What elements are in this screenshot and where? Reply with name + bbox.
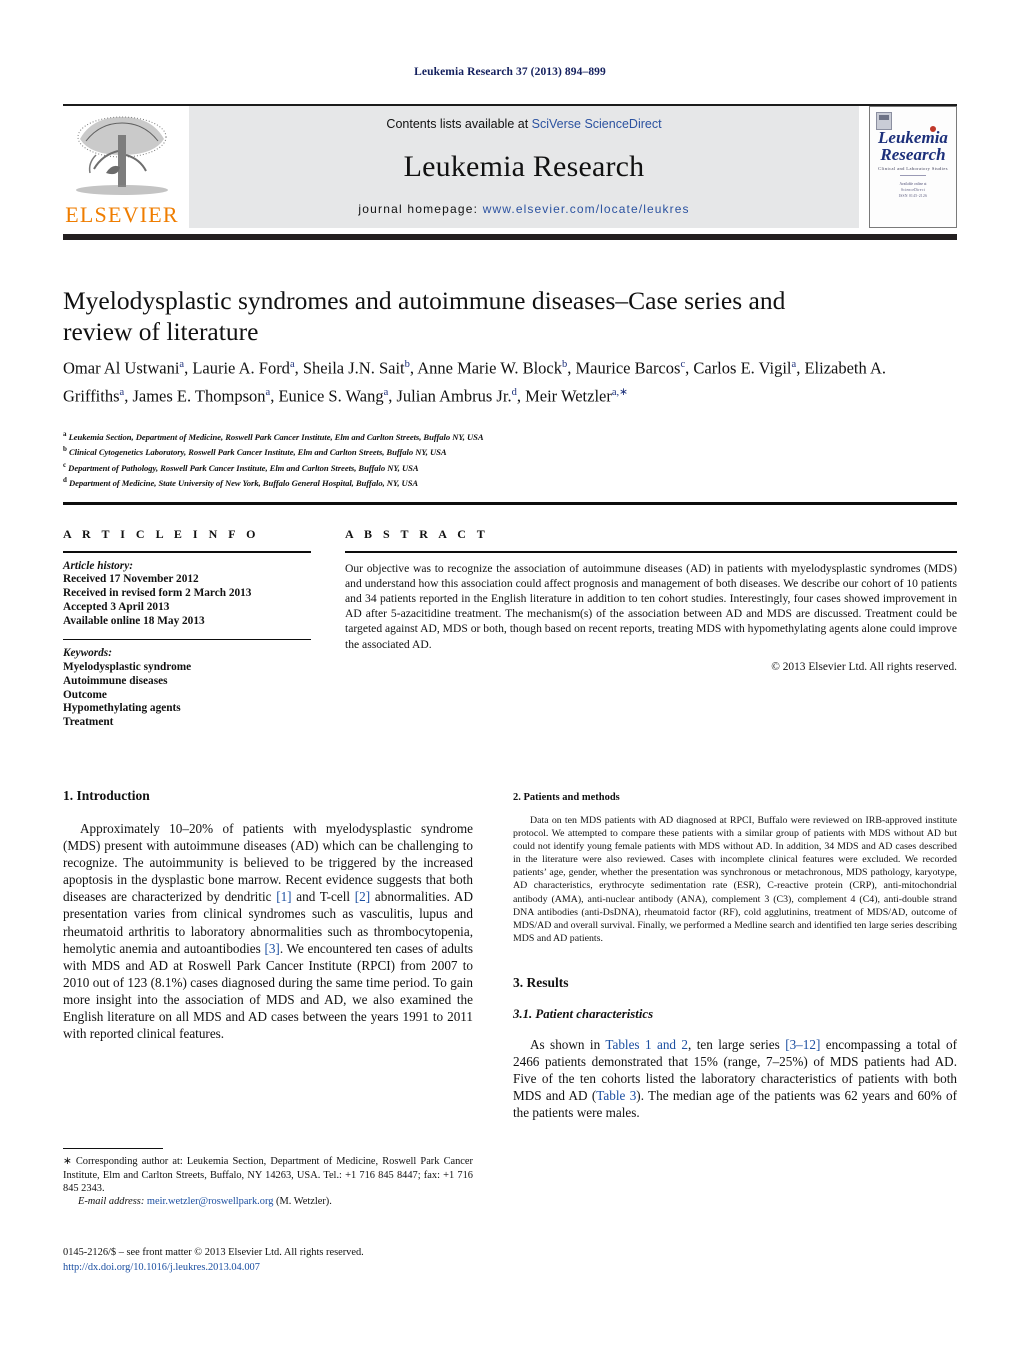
abstract-block: A B S T R A C T Our objective was to rec… <box>345 527 957 673</box>
journal-cover-thumbnail: Leukemia Research Clinical and Laborator… <box>869 106 957 228</box>
introduction-paragraph: Approximately 10–20% of patients with my… <box>63 821 473 1042</box>
elsevier-tree-icon <box>76 116 168 195</box>
affiliation-text: Leukemia Section, Department of Medicine… <box>68 431 484 442</box>
journal-homepage-line: journal homepage: www.elsevier.com/locat… <box>358 202 689 216</box>
page-title: Myelodysplastic syndromes and autoimmune… <box>63 286 786 346</box>
abstract-copyright: © 2013 Elsevier Ltd. All rights reserved… <box>771 660 957 673</box>
front-matter-line: 0145-2126/$ – see front matter © 2013 El… <box>63 1247 364 1258</box>
patient-characteristics-paragraph: As shown in Tables 1 and 2, ten large se… <box>513 1036 957 1121</box>
affiliation-text: Clinical Cytogenetics Laboratory, Roswel… <box>68 447 447 458</box>
article-info-rule <box>63 551 311 553</box>
corresponding-author-note: ∗ Corresponding author at: Leukemia Sect… <box>63 1156 473 1194</box>
affiliation-item: b Clinical Cytogenetics Laboratory, Rosw… <box>63 443 923 458</box>
affiliation-list: a Leukemia Section, Department of Medici… <box>63 428 923 490</box>
header-thick-rule <box>63 234 957 240</box>
footnote-rule <box>63 1148 163 1150</box>
article-history: Article history: Received 17 November 20… <box>63 560 311 629</box>
journal-title: Leukemia Research <box>403 149 645 183</box>
affiliation-marker: a <box>63 430 67 438</box>
cover-divider <box>900 175 926 176</box>
body-column-left: 1. Introduction Approximately 10–20% of … <box>63 788 473 1042</box>
email-note: E-mail address: meir.wetzler@roswellpark… <box>63 1195 473 1208</box>
journal-homepage-link[interactable]: www.elsevier.com/locate/leukres <box>483 202 690 216</box>
history-item: Received 17 November 2012 <box>63 573 199 586</box>
journal-band: Contents lists available at SciVerse Sci… <box>189 106 859 228</box>
email-suffix: (M. Wetzler). <box>276 1195 332 1207</box>
history-item: Accepted 3 April 2013 <box>63 600 170 613</box>
cover-title-line1: Leukemia <box>878 128 948 147</box>
cover-title-line2: Research <box>880 145 946 164</box>
keyword-item: Autoimmune diseases <box>63 674 168 687</box>
article-page: Leukemia Research 37 (2013) 894–899 ELSE… <box>0 0 1020 1351</box>
email-label: E-mail address: <box>78 1195 145 1207</box>
affiliation-marker: b <box>63 445 67 454</box>
running-head: Leukemia Research 37 (2013) 894–899 <box>414 66 606 78</box>
affiliation-text: Department of Pathology, Roswell Park Ca… <box>68 462 419 473</box>
body-column-right: 2. Patients and methods Data on ten MDS … <box>513 792 957 1121</box>
section-heading-patients-methods: 2. Patients and methods <box>513 792 620 803</box>
keyword-item: Hypomethylating agents <box>63 702 181 715</box>
abstract-section-rule <box>63 502 957 505</box>
keyword-item: Outcome <box>63 688 107 701</box>
elsevier-wordmark: ELSEVIER <box>65 202 179 227</box>
keywords-block: Keywords: Myelodysplastic syndrome Autoi… <box>63 647 311 730</box>
keyword-item: Myelodysplastic syndrome <box>63 660 192 673</box>
keywords-label: Keywords: <box>63 647 112 660</box>
author-list: Omar Al Ustwania, Laurie A. Forda, Sheil… <box>63 358 887 406</box>
cover-meta: Available online at ScienceDirect ISSN 0… <box>870 181 956 199</box>
patients-methods-paragraph: Data on ten MDS patients with AD diagnos… <box>513 815 957 944</box>
article-history-label: Article history: <box>63 559 133 572</box>
article-info-heading: A R T I C L E I N F O <box>63 527 260 541</box>
cover-subtitle: Clinical and Laboratory Studies <box>878 166 948 171</box>
history-item: Available online 18 May 2013 <box>63 614 205 627</box>
cover-title: Leukemia Research <box>870 129 956 163</box>
footnote-block: ∗ Corresponding author at: Leukemia Sect… <box>63 1148 473 1208</box>
section-heading-introduction: 1. Introduction <box>63 788 150 803</box>
doi-link[interactable]: http://dx.doi.org/10.1016/j.leukres.2013… <box>63 1261 493 1276</box>
abstract-rule <box>345 551 957 553</box>
subsection-heading-patient-characteristics: 3.1. Patient characteristics <box>513 1006 654 1021</box>
affiliation-marker: c <box>63 460 67 469</box>
article-info-block: A R T I C L E I N F O Article history: R… <box>63 527 311 730</box>
cover-meta-line3: ISSN 0145-2126 <box>898 194 928 198</box>
abstract-text: Our objective was to recognize the assoc… <box>345 561 957 651</box>
affiliation-item: a Leukemia Section, Department of Medici… <box>63 428 923 443</box>
affiliation-text: Department of Medicine, State University… <box>68 478 419 489</box>
affiliation-marker: d <box>63 476 67 485</box>
sciencedirect-link[interactable]: SciVerse ScienceDirect <box>532 117 662 131</box>
keywords-rule <box>63 638 311 641</box>
homepage-prefix: journal homepage: <box>358 202 483 216</box>
elsevier-logo: ELSEVIER <box>63 106 181 228</box>
affiliation-item: d Department of Medicine, State Universi… <box>63 474 923 489</box>
contents-prefix: Contents lists available at <box>386 117 532 131</box>
contents-available-line: Contents lists available at SciVerse Sci… <box>386 117 661 131</box>
keyword-item: Treatment <box>63 716 114 729</box>
affiliation-item: c Department of Pathology, Roswell Park … <box>63 459 923 474</box>
section-heading-results: 3. Results <box>513 974 569 990</box>
email-link[interactable]: meir.wetzler@roswellpark.org <box>147 1196 274 1207</box>
abstract-heading: A B S T R A C T <box>345 527 489 541</box>
history-item: Received in revised form 2 March 2013 <box>63 587 252 600</box>
journal-masthead: ELSEVIER Contents lists available at Sci… <box>63 106 957 228</box>
front-matter-block: 0145-2126/$ – see front matter © 2013 El… <box>63 1246 493 1275</box>
